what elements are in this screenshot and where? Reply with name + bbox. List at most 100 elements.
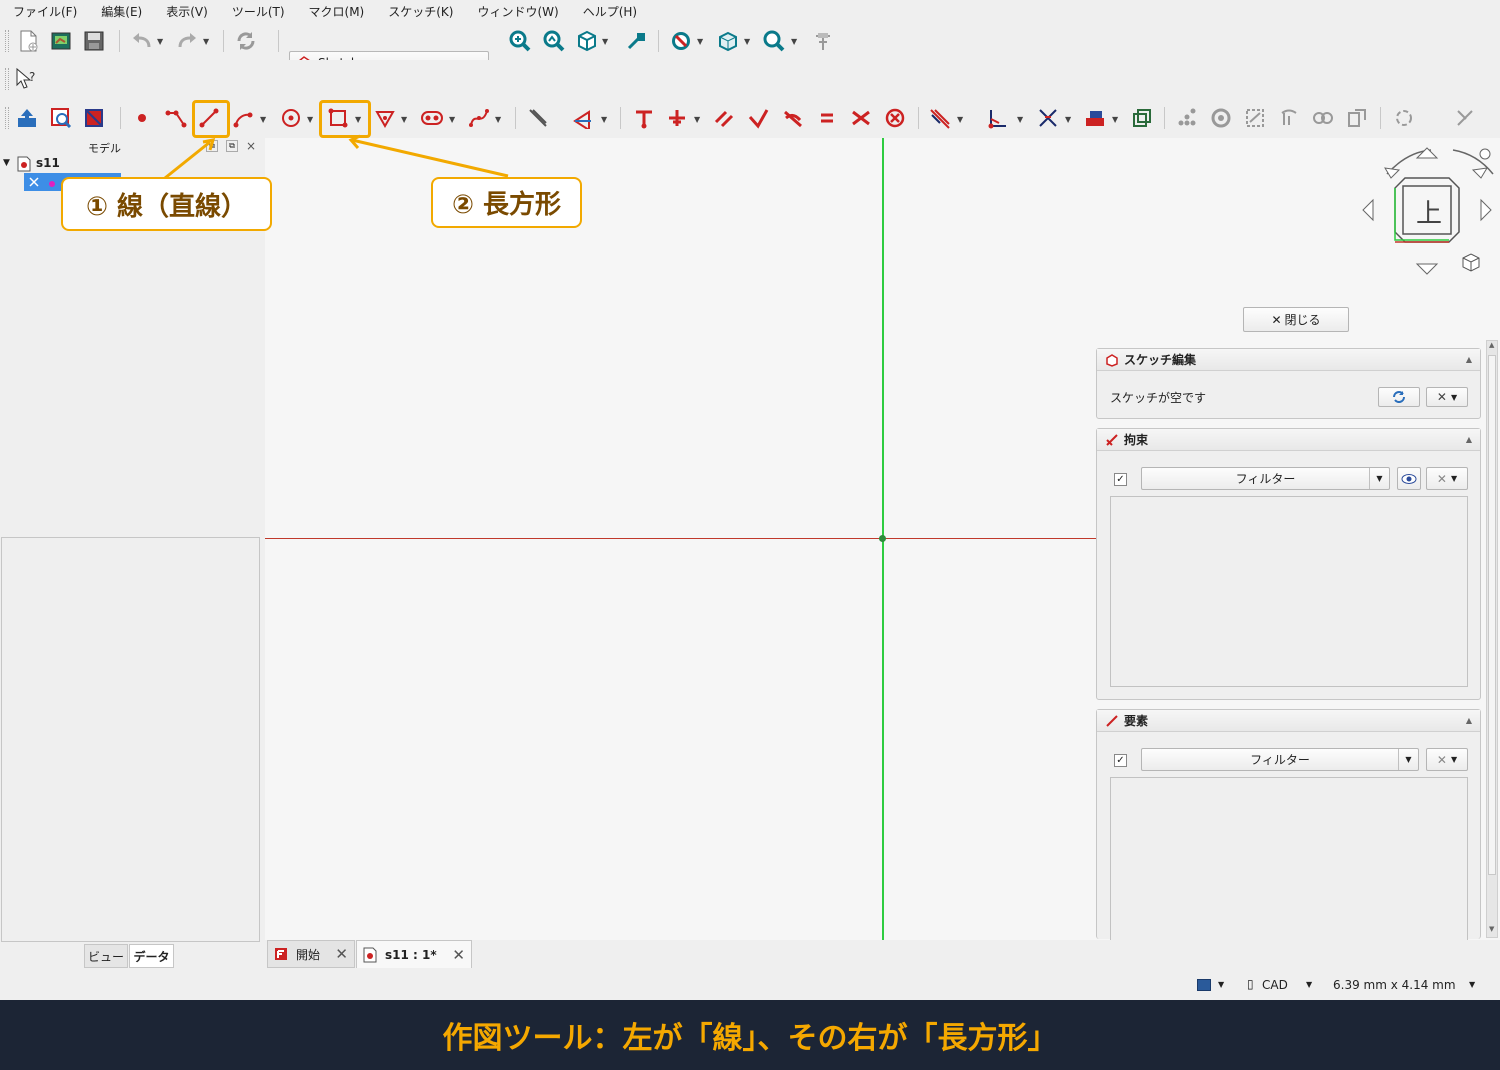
constraints-filter-checkbox[interactable]: ✓ (1114, 473, 1127, 486)
units-dropdown-icon[interactable]: ▼ (1469, 980, 1475, 989)
constraints-title: 拘束 (1124, 433, 1149, 447)
wrench-icon: ✕ (1436, 752, 1447, 767)
collapse-icon[interactable]: ▲ (1466, 355, 1472, 364)
callout-rectangle-tool: ② 長方形 (431, 177, 582, 228)
draw-style-status-icon[interactable] (1197, 979, 1211, 991)
constrain-equal-icon[interactable] (815, 106, 839, 130)
constrain-distance-icon[interactable] (928, 106, 952, 130)
constraints-settings-button[interactable]: ✕ ▼ (1426, 467, 1468, 490)
view-dimensions: 6.39 mm x 4.14 mm (1333, 978, 1456, 992)
elements-icon (1106, 714, 1118, 727)
zoom-icon[interactable] (762, 29, 786, 53)
property-view (1, 537, 260, 942)
elements-filter-checkbox[interactable]: ✓ (1114, 754, 1127, 767)
callout-line-tool: ① 線（直線） (61, 177, 272, 231)
refresh-icon (1393, 391, 1405, 403)
close-icon: ✕ (1271, 312, 1282, 327)
constrain-perpendicular-icon[interactable] (746, 106, 770, 130)
tab-view[interactable]: ビュー (84, 944, 128, 968)
constrain-block-icon[interactable] (883, 106, 907, 130)
refresh-button[interactable] (1378, 387, 1420, 407)
constraints-icon (1106, 433, 1118, 446)
toggle-driving-icon[interactable] (1083, 106, 1107, 130)
merge-sketch-icon[interactable] (1311, 106, 1335, 130)
tab-start-label: 開始 (296, 947, 321, 962)
elements-title: 要素 (1124, 714, 1149, 728)
bounding-box-icon[interactable] (716, 29, 740, 53)
elements-header[interactable]: 要素 ▲ (1097, 710, 1480, 732)
constrain-angle-icon[interactable] (1036, 106, 1060, 130)
wrench-icon: ✕ (1436, 471, 1447, 486)
elements-panel: 要素 ▲ ✓ フィルター ▼ ✕ ▼ (1096, 709, 1481, 940)
close-label: 閉じる (1284, 313, 1321, 327)
tab-data[interactable]: データ (129, 944, 174, 968)
dropdown-icon: ▼ (1369, 468, 1389, 489)
elements-filter-label: フィルター (1250, 753, 1310, 767)
elements-settings-button[interactable]: ✕ ▼ (1426, 748, 1468, 771)
tab-close-icon[interactable]: ✕ (335, 945, 348, 963)
freecad-icon (275, 948, 287, 960)
scrollbar-thumb[interactable] (1488, 355, 1496, 875)
combo-view: モデル ⧉ ⧉ × ▼ s11 ビュー データ (0, 138, 262, 968)
nav-style-label[interactable]: CAD (1262, 978, 1288, 992)
scroll-up-icon[interactable]: ▲ (1489, 341, 1494, 349)
collapse-icon[interactable]: ▲ (1466, 716, 1472, 725)
status-bar: ▼ ▯ CAD ▼ 6.39 mm x 4.14 mm ▼ (0, 970, 1500, 1000)
mirror-sketch-icon[interactable] (1345, 106, 1369, 130)
distance-dropdown-icon[interactable]: ▼ (957, 115, 963, 124)
sketch-edit-icon (1106, 353, 1118, 367)
visibility-button[interactable] (1397, 467, 1421, 490)
navigation-cube[interactable]: 上 (1357, 140, 1497, 280)
origin-point[interactable] (879, 535, 886, 542)
navcube-face-label: 上 (1416, 199, 1443, 229)
constrain-parallel-icon[interactable] (712, 106, 736, 130)
collapse-icon[interactable]: ▲ (1466, 435, 1472, 444)
toggle-active-icon[interactable] (1130, 106, 1154, 130)
settings-button[interactable]: ✕ ▼ (1426, 387, 1468, 407)
elements-filter-select[interactable]: フィルター ▼ (1141, 748, 1419, 771)
x-axis-line (265, 538, 1097, 539)
select-points-icon[interactable] (1175, 106, 1199, 130)
sketch-edit-title: スケッチ編集 (1124, 353, 1197, 367)
mouse-icon: ▯ (1247, 977, 1254, 991)
wrench-icon: ✕ (1436, 390, 1447, 404)
document-icon (363, 947, 377, 962)
constrain-radius-icon[interactable] (986, 106, 1010, 130)
elements-list[interactable] (1110, 777, 1468, 940)
task-panel-scrollbar[interactable]: ▲ ▼ (1486, 340, 1498, 938)
angle-dropdown-icon[interactable]: ▼ (1065, 115, 1071, 124)
draw-style-dropdown-icon[interactable]: ▼ (1218, 980, 1224, 989)
dropdown-icon: ▼ (1450, 392, 1458, 402)
dropdown-icon: ▼ (1398, 749, 1418, 770)
sketch-tools-icon[interactable] (1453, 106, 1477, 130)
reorient-sketch-icon[interactable] (1277, 106, 1301, 130)
radius-dropdown-icon[interactable]: ▼ (1017, 115, 1023, 124)
nav-style-dropdown-icon[interactable]: ▼ (1306, 980, 1312, 989)
constrain-tangent-icon[interactable] (781, 106, 805, 130)
map-sketch-icon[interactable] (1243, 106, 1267, 130)
eye-icon (1401, 473, 1417, 484)
constraints-filter-label: フィルター (1235, 472, 1296, 486)
constraints-filter-select[interactable]: フィルター ▼ (1141, 467, 1390, 490)
tab-sketch[interactable]: s11 : 1* ✕ (356, 940, 472, 968)
tab-start[interactable]: 開始 ✕ (267, 940, 355, 968)
constraints-list[interactable] (1110, 496, 1468, 687)
driving-dropdown-icon[interactable]: ▼ (1112, 115, 1118, 124)
validate-sketch-icon[interactable] (1209, 106, 1233, 130)
tab-sketch-label: s11 : 1* (385, 947, 437, 962)
dropdown-icon: ▼ (1450, 474, 1458, 483)
scroll-down-icon[interactable]: ▼ (1489, 925, 1494, 933)
dropdown-icon: ▼ (1450, 755, 1458, 764)
caption-banner: 作図ツール：左が「線」、その右が「長方形」 (0, 1000, 1500, 1070)
zoom-dropdown-icon[interactable]: ▼ (791, 37, 797, 46)
constraints-panel: 拘束 ▲ ✓ フィルター ▼ ✕ ▼ (1096, 428, 1481, 700)
close-button[interactable]: ✕ 閉じる (1243, 307, 1349, 332)
bounding-box-dropdown-icon[interactable]: ▼ (744, 37, 750, 46)
constrain-symmetric-icon[interactable] (849, 106, 873, 130)
array-icon[interactable] (1392, 106, 1416, 130)
measure-tool-icon[interactable] (811, 29, 835, 53)
constraints-header[interactable]: 拘束 ▲ (1097, 429, 1480, 451)
tab-close-icon[interactable]: ✕ (452, 946, 465, 964)
sketch-status: スケッチが空です (1110, 391, 1207, 405)
sketch-edit-header[interactable]: スケッチ編集 ▲ (1097, 349, 1480, 371)
